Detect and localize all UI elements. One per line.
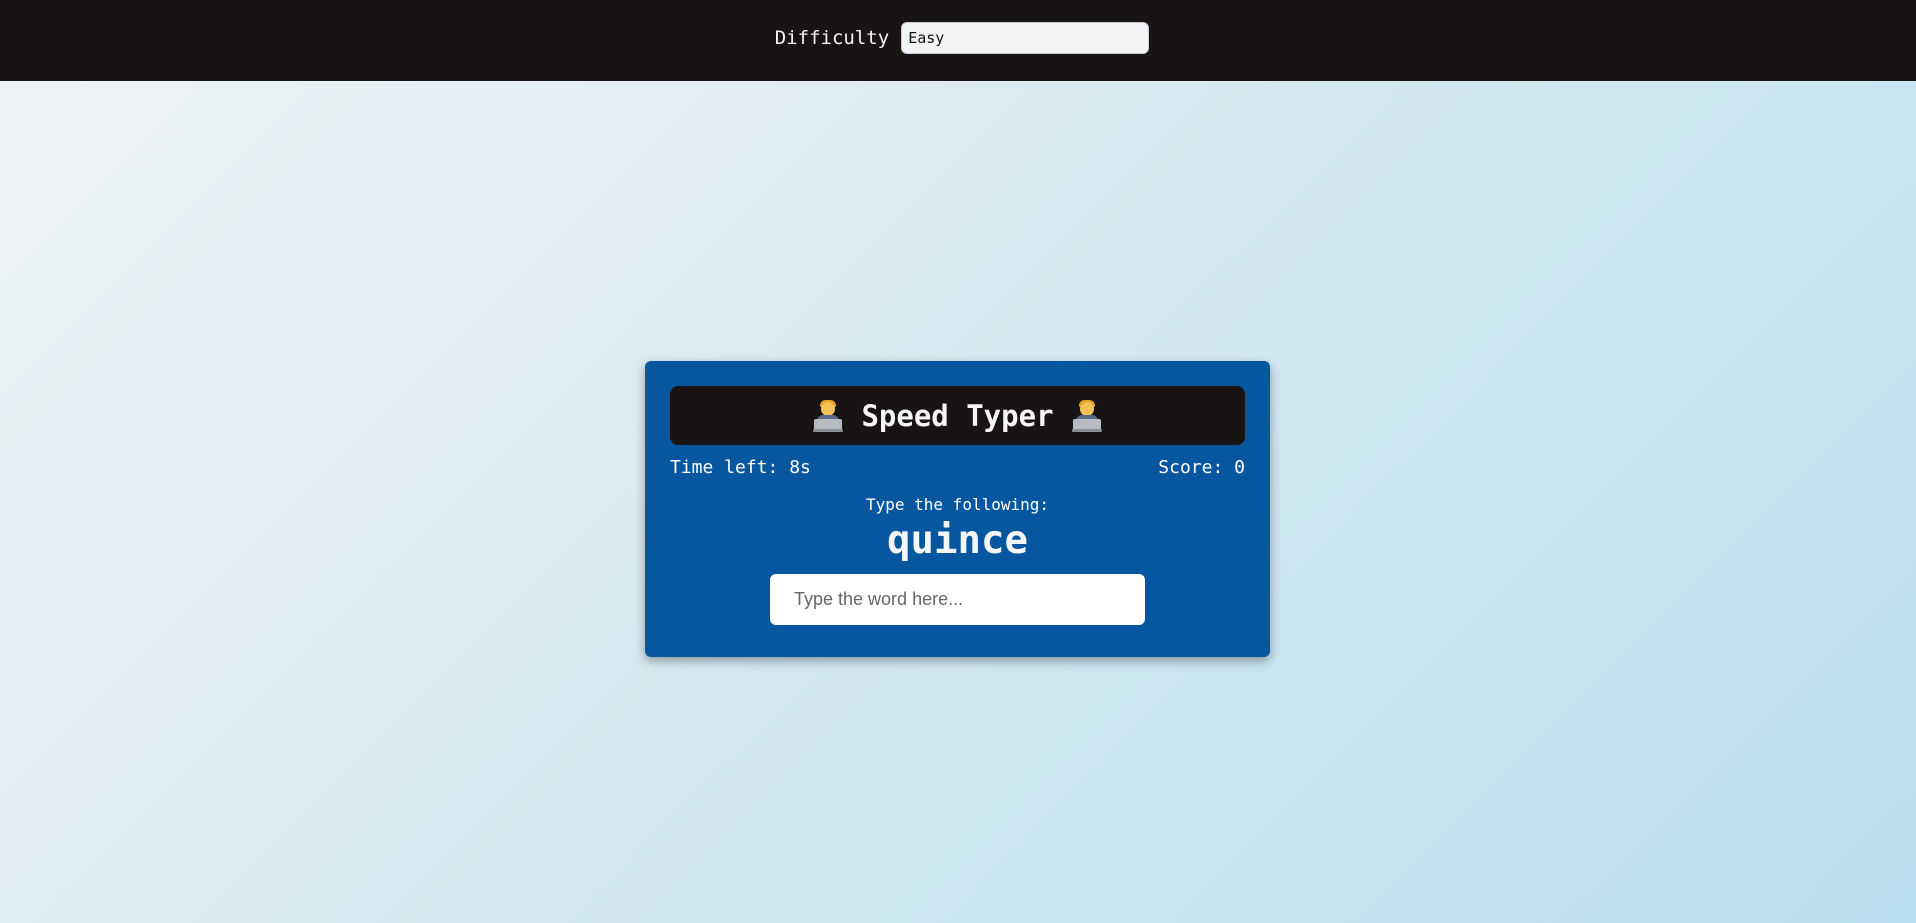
time-left: Time left: 8s xyxy=(670,457,811,478)
game-title: Speed Typer xyxy=(861,398,1054,433)
technologist-icon xyxy=(813,399,844,432)
score: Score: 0 xyxy=(1158,457,1245,478)
prompt-text: Type the following: xyxy=(865,495,1050,514)
technologist-icon xyxy=(1071,399,1102,432)
target-word: quince xyxy=(887,518,1028,563)
settings-header: Difficulty Easy xyxy=(0,0,1916,81)
input-wrapper xyxy=(670,574,1245,625)
game-card: Speed Typer Time left: 8s Score: 0 Type … xyxy=(645,361,1270,657)
title-bar: Speed Typer xyxy=(670,386,1245,445)
word-input[interactable] xyxy=(770,574,1145,625)
stats-row: Time left: 8s Score: 0 xyxy=(670,457,1245,478)
difficulty-select[interactable]: Easy xyxy=(901,21,1150,54)
difficulty-label: Difficulty xyxy=(774,26,890,49)
